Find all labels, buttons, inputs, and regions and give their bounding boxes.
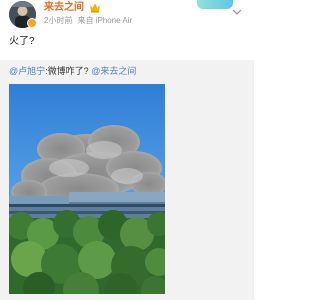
post-time: 2小时前 bbox=[44, 16, 73, 25]
post-source: 来自 iPhone Air bbox=[77, 16, 133, 25]
repost-body: 微博咋了? bbox=[47, 66, 89, 76]
repost-text: @卢旭宁:微博咋了? @来去之间 bbox=[9, 66, 136, 77]
author-name[interactable]: 来去之间 bbox=[44, 2, 84, 14]
weibo-post: 来去之间 2小时前 来自 iPhone Air 火了? @卢旭宁:微博咋了? @来… bbox=[0, 0, 254, 300]
fan-badge-icon bbox=[197, 0, 233, 9]
post-meta: 2小时前 来自 iPhone Air bbox=[44, 16, 132, 26]
vip-crown-icon bbox=[90, 3, 100, 13]
verified-badge-icon bbox=[27, 18, 37, 28]
mention-author[interactable]: @卢旭宁 bbox=[9, 66, 45, 76]
mention-target[interactable]: @来去之间 bbox=[91, 66, 136, 76]
repost-image[interactable] bbox=[9, 84, 165, 294]
chevron-down-icon[interactable] bbox=[232, 8, 242, 16]
post-text: 火了? bbox=[9, 36, 35, 47]
trees bbox=[9, 210, 165, 294]
